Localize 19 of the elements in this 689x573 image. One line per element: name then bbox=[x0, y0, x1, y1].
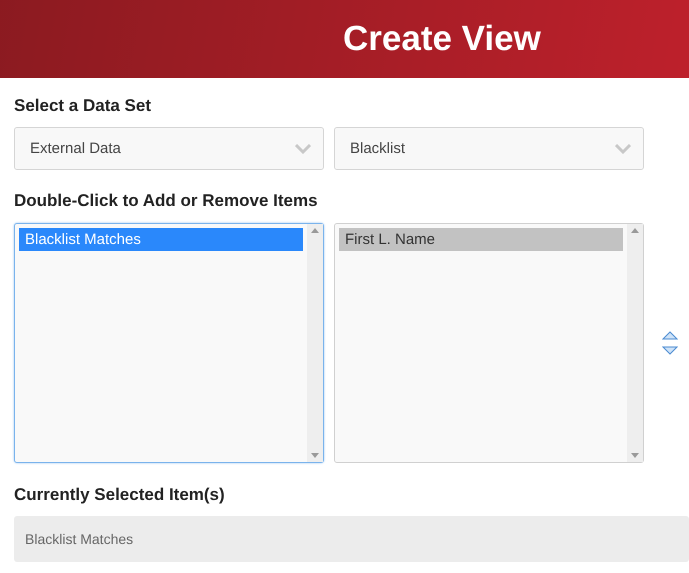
scroll-down-icon[interactable] bbox=[631, 453, 639, 458]
section-heading: Double-Click to Add or Remove Items bbox=[14, 191, 319, 211]
page-title: Create View bbox=[343, 18, 541, 60]
scrollbar[interactable] bbox=[627, 224, 643, 462]
move-up-icon[interactable] bbox=[662, 330, 678, 340]
scroll-up-icon[interactable] bbox=[311, 228, 319, 233]
section-heading: Select a Data Set bbox=[14, 96, 152, 116]
scrollbar[interactable] bbox=[307, 224, 323, 462]
selected-items-field[interactable]: Blacklist Matches bbox=[14, 516, 689, 562]
list-box[interactable]: First L. Name bbox=[334, 223, 644, 463]
move-down-icon[interactable] bbox=[662, 346, 678, 356]
chevron-down-icon bbox=[295, 144, 311, 154]
chevron-down-icon bbox=[615, 144, 631, 154]
dropdown[interactable]: Blacklist bbox=[334, 127, 644, 170]
scroll-down-icon[interactable] bbox=[311, 453, 319, 458]
list-item[interactable]: First L. Name bbox=[339, 228, 623, 251]
dropdown[interactable]: External Data bbox=[14, 127, 324, 170]
scroll-up-icon[interactable] bbox=[631, 228, 639, 233]
section-heading: Currently Selected Item(s) bbox=[14, 485, 226, 505]
